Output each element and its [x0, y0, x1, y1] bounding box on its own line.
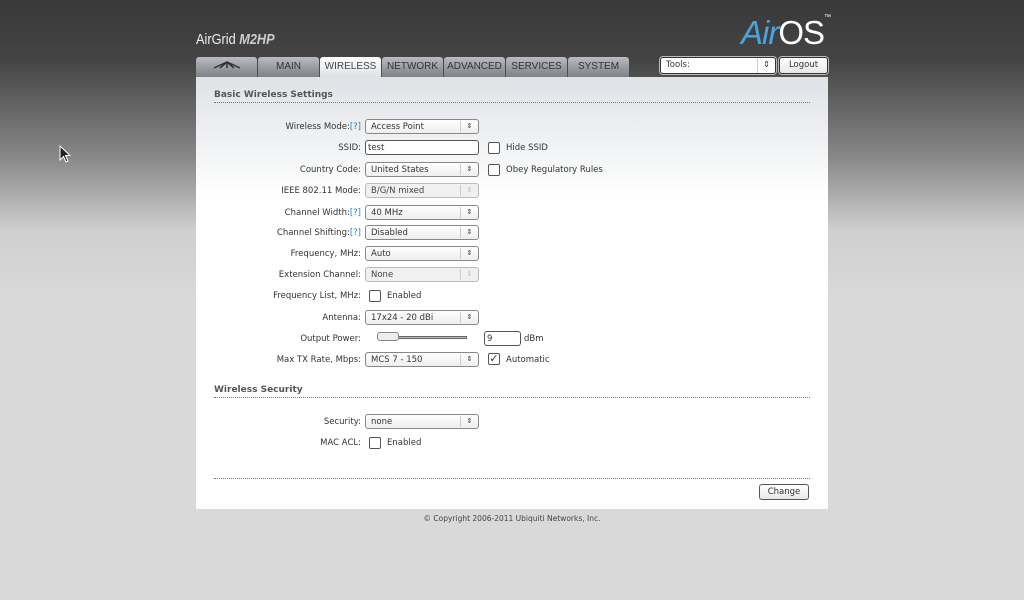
main-tabs: MAIN WIRELESS NETWORK ADVANCED SERVICES … — [196, 57, 629, 77]
mac-acl-label: MAC ACL: — [320, 438, 361, 448]
mac-acl-enabled-label: Enabled — [387, 438, 422, 448]
antenna-label: Antenna: — [322, 313, 361, 323]
automatic-label: Automatic — [506, 355, 550, 365]
select-arrows-icon: ⇕ — [460, 164, 478, 175]
output-power-label: Output Power: — [300, 334, 361, 344]
output-power-input[interactable]: 9 — [484, 331, 521, 346]
frequency-list-label: Frequency List, MHz: — [273, 291, 361, 301]
antenna-select[interactable]: 17x24 - 20 dBi ⇕ — [365, 310, 479, 325]
wireless-mode-select[interactable]: Access Point ⇕ — [365, 119, 479, 134]
security-select[interactable]: none ⇕ — [365, 414, 479, 429]
frequency-list-enabled-label: Enabled — [387, 291, 422, 301]
select-arrows-icon: ⇕ — [757, 58, 775, 73]
hide-ssid-checkbox[interactable] — [488, 142, 500, 154]
channel-shifting-select[interactable]: Disabled ⇕ — [365, 225, 479, 240]
ubiquiti-logo-icon — [213, 61, 240, 69]
device-brand: AirGrid M2HP — [196, 31, 275, 48]
ieee-mode-label: IEEE 802.11 Mode: — [281, 186, 361, 196]
frequency-label: Frequency, MHz: — [290, 249, 361, 259]
wireless-mode-label: Wireless Mode:[?] — [285, 122, 361, 132]
copyright: © Copyright 2006-2011 Ubiquiti Networks,… — [423, 514, 601, 523]
max-tx-rate-select[interactable]: MCS 7 - 150 ⇕ — [365, 352, 479, 367]
country-code-label: Country Code: — [299, 165, 361, 175]
select-arrows-icon: ⇕ — [460, 269, 478, 280]
section-title-security: Wireless Security — [214, 385, 810, 398]
tab-services[interactable]: SERVICES — [506, 57, 567, 77]
select-arrows-icon: ⇕ — [460, 416, 478, 427]
mouse-cursor-icon — [59, 145, 71, 163]
help-link[interactable]: [?] — [350, 228, 361, 238]
checkmark-icon: ✓ — [489, 352, 499, 365]
tools-select[interactable]: Tools: ⇕ — [660, 57, 776, 74]
ssid-label: SSID: — [338, 143, 361, 153]
help-link[interactable]: [?] — [350, 208, 361, 218]
select-arrows-icon: ⇕ — [460, 354, 478, 365]
select-arrows-icon: ⇕ — [460, 121, 478, 132]
output-power-slider-handle[interactable] — [377, 332, 399, 341]
select-arrows-icon: ⇕ — [460, 185, 478, 196]
country-code-select[interactable]: United States ⇕ — [365, 162, 479, 177]
obey-regulatory-label: Obey Regulatory Rules — [506, 165, 603, 175]
wireless-settings-panel: Basic Wireless Settings Wireless Mode:[?… — [196, 77, 828, 509]
tab-system[interactable]: SYSTEM — [568, 57, 629, 77]
tab-wireless[interactable]: WIRELESS — [320, 57, 381, 77]
mac-acl-checkbox[interactable] — [369, 437, 381, 449]
tab-ubiquiti-logo[interactable] — [196, 57, 257, 77]
divider — [214, 478, 810, 479]
obey-regulatory-checkbox[interactable] — [488, 164, 500, 176]
channel-width-select[interactable]: 40 MHz ⇕ — [365, 205, 479, 220]
extension-channel-select[interactable]: None ⇕ — [365, 267, 479, 282]
select-arrows-icon: ⇕ — [460, 227, 478, 238]
frequency-select[interactable]: Auto ⇕ — [365, 246, 479, 261]
logout-button[interactable]: Logout — [779, 57, 828, 74]
help-link[interactable]: [?] — [350, 122, 361, 132]
change-button[interactable]: Change — [759, 484, 809, 500]
frequency-list-checkbox[interactable] — [369, 290, 381, 302]
tab-network[interactable]: NETWORK — [382, 57, 443, 77]
max-tx-rate-label: Max TX Rate, Mbps: — [276, 355, 361, 365]
tab-main[interactable]: MAIN — [258, 57, 319, 77]
output-power-unit: dBm — [524, 334, 544, 344]
select-arrows-icon: ⇕ — [460, 248, 478, 259]
airos-logo: AirOS™ — [741, 14, 831, 51]
tools-value: Tools: — [666, 60, 690, 70]
ssid-input[interactable]: test — [365, 140, 479, 155]
channel-width-label: Channel Width:[?] — [284, 208, 361, 218]
select-arrows-icon: ⇕ — [460, 312, 478, 323]
select-arrows-icon: ⇕ — [460, 207, 478, 218]
ieee-mode-select[interactable]: B/G/N mixed ⇕ — [365, 183, 479, 198]
automatic-checkbox[interactable]: ✓ — [488, 353, 500, 365]
section-title-basic: Basic Wireless Settings — [214, 90, 810, 103]
tab-advanced[interactable]: ADVANCED — [444, 57, 505, 77]
hide-ssid-label: Hide SSID — [506, 143, 548, 153]
channel-shifting-label: Channel Shifting:[?] — [276, 228, 361, 238]
extension-channel-label: Extension Channel: — [278, 270, 361, 280]
security-label: Security: — [323, 417, 361, 427]
